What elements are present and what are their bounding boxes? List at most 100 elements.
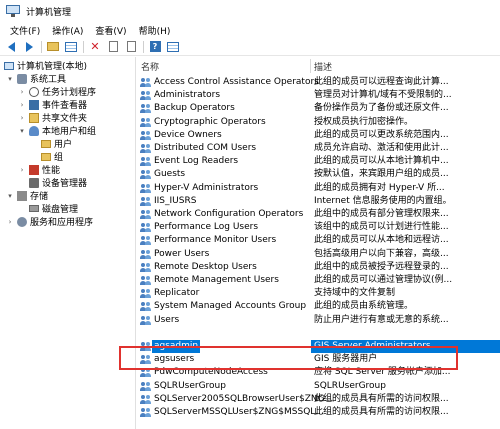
group-name: Guests	[154, 169, 186, 179]
table-row[interactable]: Access Control Assistance Operators 此组的成员…	[137, 76, 500, 89]
group-description: 按默认值，来宾跟用户组的成员...	[314, 169, 449, 179]
table-row[interactable]: SQLServerMSSQLUser$ZNG$MSSQL... 此组的成员具有所需…	[137, 406, 500, 419]
group-icon	[140, 368, 151, 377]
tree-item-shared-folders[interactable]: › 共享文件夹	[18, 111, 87, 124]
group-name: Device Owners	[154, 130, 222, 140]
tree-item-services-apps[interactable]: › 服务和应用程序	[6, 215, 93, 228]
tree-label: 存储	[30, 192, 49, 202]
column-header-name[interactable]: 名称	[141, 59, 159, 73]
group-icon	[140, 276, 151, 285]
group-icon	[140, 289, 151, 298]
toolbar-divider	[83, 40, 84, 53]
tree-item-users[interactable]: 用户	[41, 137, 72, 150]
group-list-pane: 名称 描述 Access Control Assistance Operator…	[137, 57, 500, 429]
column-header-description[interactable]: 描述	[314, 59, 332, 73]
table-row[interactable]: Network Configuration Operators 此组中的成员有部分…	[137, 208, 500, 221]
table-row[interactable]: IIS_IUSRS Internet 信息服务使用的内置组。	[137, 195, 500, 208]
tree-item-performance[interactable]: › 性能	[18, 163, 60, 176]
group-name: Hyper-V Administrators	[154, 183, 259, 193]
chevron-down-icon[interactable]: ▾	[6, 192, 14, 200]
help-icon[interactable]: ?	[148, 40, 162, 54]
table-row[interactable]: Replicator 支持域中的文件复制	[137, 287, 500, 300]
menu-action[interactable]: 操作(A)	[46, 24, 89, 37]
chevron-right-icon[interactable]: ›	[18, 114, 26, 122]
chevron-right-icon[interactable]: ›	[18, 88, 26, 96]
show-hide-tree-icon[interactable]	[64, 40, 78, 54]
group-icon	[140, 382, 151, 391]
table-row[interactable]: Device Owners 此组的成员可以更改系统范围内...	[137, 129, 500, 142]
table-row[interactable]: Performance Log Users 该组中的成员可以计划进行性能...	[137, 221, 500, 234]
services-icon	[17, 216, 27, 227]
group-name: Power Users	[154, 249, 210, 259]
menu-bar: 文件(F) 操作(A) 查看(V) 帮助(H)	[0, 22, 500, 38]
chevron-down-icon[interactable]: ▾	[18, 127, 26, 135]
tree-item-task-scheduler[interactable]: › 任务计划程序	[18, 85, 96, 98]
table-row[interactable]: PdwComputeNodeAccess 应将 SQL Server 服务帐户添加…	[137, 366, 500, 379]
group-icon	[140, 316, 151, 325]
table-row[interactable]: Remote Management Users 此组的成员可以通过管理协议(例..…	[137, 274, 500, 287]
properties-icon[interactable]	[106, 40, 120, 54]
group-description: 成员允许启动、激活和使用此计...	[314, 143, 449, 153]
table-row[interactable]: agsadmin GIS Server Administrators	[137, 340, 500, 353]
tree-label: 磁盘管理	[42, 205, 79, 215]
chevron-right-icon[interactable]: ›	[6, 218, 14, 226]
table-row[interactable]: Event Log Readers 此组的成员可以从本地计算机中...	[137, 155, 500, 168]
group-icon	[140, 355, 151, 364]
export-icon[interactable]	[124, 40, 138, 54]
group-icon	[140, 78, 151, 87]
group-icon	[140, 302, 151, 311]
group-icon	[140, 144, 151, 153]
column-divider[interactable]	[310, 59, 311, 73]
tree-label: 计算机管理(本地)	[17, 62, 88, 72]
group-icon	[140, 408, 151, 417]
up-folder-icon[interactable]	[46, 40, 60, 54]
table-row[interactable]: Users 防止用户进行有意或无意的系统...	[137, 314, 500, 327]
group-name: Performance Monitor Users	[154, 235, 277, 245]
tree-item-groups[interactable]: 组	[41, 150, 63, 163]
table-row[interactable]: agsusers GIS 服务器用户	[137, 353, 500, 366]
table-row[interactable]: Cryptographic Operators 授权成员执行加密操作。	[137, 116, 500, 129]
table-row[interactable]: Guests 按默认值，来宾跟用户组的成员...	[137, 168, 500, 181]
group-description: 包括高级用户以向下兼容，高级...	[314, 249, 449, 259]
table-row[interactable]: Power Users 包括高级用户以向下兼容，高级...	[137, 248, 500, 261]
table-row[interactable]: SQLRUserGroup SQLRUserGroup	[137, 380, 500, 393]
tree-item-local-users-groups[interactable]: ▾ 本地用户和组	[18, 124, 96, 137]
tree-item-device-manager[interactable]: 设备管理器	[29, 176, 87, 189]
chevron-down-icon[interactable]: ▾	[6, 75, 14, 83]
chevron-right-icon[interactable]: ›	[18, 166, 26, 174]
tree-label: 用户	[54, 140, 73, 150]
folder-icon	[41, 139, 51, 148]
tree-label: 性能	[42, 166, 61, 176]
group-icon	[140, 236, 151, 245]
table-row[interactable]: SQLServer2005SQLBrowserUser$ZNG... 此组的成员具…	[137, 393, 500, 406]
tree-item-storage[interactable]: ▾ 存储	[6, 189, 48, 202]
table-row[interactable]: Hyper-V Administrators 此组的成员拥有对 Hyper-V 所…	[137, 182, 500, 195]
table-row[interactable]: Remote Desktop Users 此组中的成员被授予远程登录的...	[137, 261, 500, 274]
tree-item-root[interactable]: 计算机管理(本地)	[4, 59, 87, 72]
tree-item-disk-management[interactable]: 磁盘管理	[29, 202, 78, 215]
menu-help[interactable]: 帮助(H)	[133, 24, 177, 37]
tree-item-system-tools[interactable]: ▾ 系统工具	[6, 72, 66, 85]
view-icon[interactable]	[166, 40, 180, 54]
back-arrow-icon[interactable]	[4, 40, 18, 54]
table-row[interactable]: System Managed Accounts Group 此组的成员由系统管理。	[137, 300, 500, 313]
tools-icon	[17, 73, 27, 84]
table-row[interactable]: Backup Operators 备份操作员为了备份或还原文件...	[137, 102, 500, 115]
table-row[interactable]: Administrators 管理员对计算机/域有不受限制的...	[137, 89, 500, 102]
disk-icon	[29, 205, 39, 212]
group-description: 此组的成员可以更改系统范围内...	[314, 130, 449, 140]
group-icon	[140, 250, 151, 259]
table-row[interactable]: Distributed COM Users 成员允许启动、激活和使用此计...	[137, 142, 500, 155]
group-description: 此组中的成员被授予远程登录的...	[314, 262, 449, 272]
delete-icon[interactable]: ✕	[88, 40, 102, 54]
table-row[interactable]: Performance Monitor Users 此组的成员可以从本地和远程访.…	[137, 234, 500, 247]
tree-label: 事件查看器	[42, 101, 88, 111]
tree-label: 设备管理器	[42, 179, 88, 189]
tree-item-event-viewer[interactable]: › 事件查看器	[18, 98, 87, 111]
group-icon	[140, 210, 151, 219]
forward-arrow-icon[interactable]	[22, 40, 36, 54]
chevron-right-icon[interactable]: ›	[18, 101, 26, 109]
menu-view[interactable]: 查看(V)	[89, 24, 132, 37]
group-description: 此组的成员拥有对 Hyper-V 所...	[314, 183, 445, 193]
menu-file[interactable]: 文件(F)	[4, 24, 46, 37]
